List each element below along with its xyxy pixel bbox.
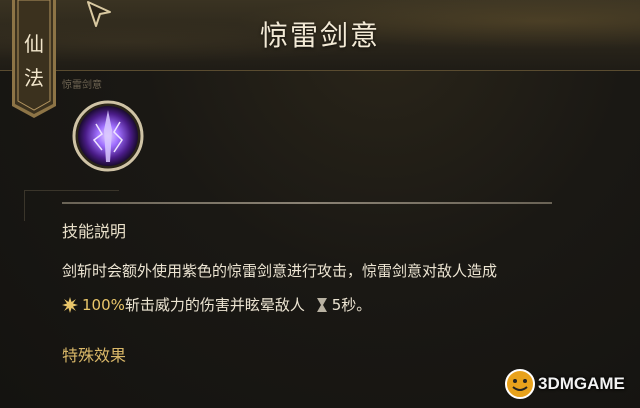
- section-divider: [62, 202, 552, 204]
- skill-description: 剑斩时会额外使用紫色的惊雷剑意进行攻击，惊雷剑意对敌人造成 100%斩击威力的伤…: [62, 254, 622, 325]
- skill-panel: 惊雷剑意 仙 法 惊雷剑意 技能説明 剑斩时会额外使用紫色的惊雷剑意进行攻击，惊…: [0, 0, 640, 408]
- category-tab-char-2: 法: [24, 66, 44, 90]
- arrow-cursor-icon: [86, 0, 116, 34]
- description-line-1: 剑斩时会额外使用紫色的惊雷剑意进行攻击，惊雷剑意对敌人造成: [62, 262, 498, 280]
- hourglass-icon: [316, 291, 328, 325]
- damage-percent: 100%: [82, 296, 125, 314]
- category-tab[interactable]: 仙 法: [12, 0, 56, 118]
- watermark-text: 3DMGAME: [538, 374, 625, 393]
- description-heading: 技能説明: [62, 222, 127, 241]
- skill-small-label: 惊雷剑意: [62, 80, 102, 91]
- 3dmgame-logo: 3DMGAME: [504, 366, 632, 402]
- stun-duration: 5秒。: [331, 296, 372, 314]
- burst-star-icon: [62, 291, 78, 325]
- decorative-frame: [24, 190, 119, 221]
- category-tab-char-1: 仙: [24, 32, 44, 56]
- damage-text: 斩击威力的伤害并眩晕敌人: [124, 296, 305, 314]
- description-line-2: 100%斩击威力的伤害并眩晕敌人 5秒。: [62, 288, 622, 325]
- purple-sword-lightning-icon[interactable]: [72, 100, 144, 172]
- special-effects-heading: 特殊效果: [62, 346, 127, 365]
